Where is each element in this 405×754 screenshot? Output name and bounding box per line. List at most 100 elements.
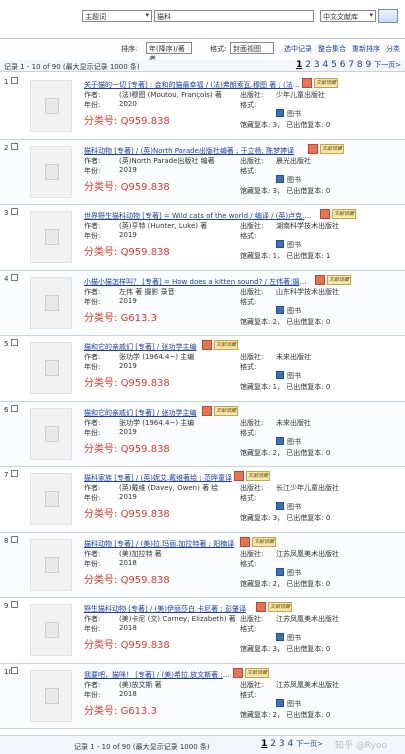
page-link[interactable]: 3 bbox=[314, 60, 320, 70]
publisher-label: 出版社: bbox=[240, 484, 264, 492]
select-checkbox[interactable] bbox=[11, 601, 18, 608]
fulltext-icon[interactable] bbox=[202, 405, 212, 416]
select-checkbox[interactable] bbox=[11, 77, 18, 84]
holdings-badge[interactable]: 文献馆藏 bbox=[314, 78, 338, 88]
format-label: 格式: bbox=[240, 690, 257, 699]
library-select[interactable]: 中文文献库 bbox=[320, 10, 376, 22]
call-number: 分类号: Q959.838 bbox=[84, 178, 170, 193]
page-link[interactable]: 2 bbox=[305, 60, 311, 70]
fulltext-icon[interactable] bbox=[320, 209, 330, 219]
fulltext-icon[interactable] bbox=[302, 78, 312, 88]
select-checkbox[interactable] bbox=[11, 404, 18, 412]
author-label: 作者: bbox=[84, 615, 101, 623]
page-link[interactable]: 7 bbox=[348, 60, 354, 70]
holdings-badge[interactable]: 文献馆藏 bbox=[214, 340, 238, 350]
book-cover-image[interactable] bbox=[30, 145, 72, 198]
fulltext-icon[interactable] bbox=[256, 602, 266, 612]
author-value: 张功学 (1964.4~) 主编 bbox=[119, 418, 195, 427]
fulltext-icon[interactable] bbox=[233, 667, 243, 678]
record-title-link[interactable]: 关于猫的一切 [专著] : 会和的猫最幸福 / (法)弗朗索瓦.穆图 著 ; (… bbox=[84, 80, 300, 90]
call-number-value: G613.3 bbox=[120, 705, 157, 717]
book-cover-image[interactable] bbox=[30, 211, 72, 263]
next-page-link[interactable]: 下一页> bbox=[374, 61, 401, 69]
format-select[interactable]: 封面视图 bbox=[230, 42, 274, 54]
select-checkbox[interactable] bbox=[11, 470, 18, 477]
results-list: 1 关于猫的一切 [专著] : 会和的猫最幸福 / (法)弗朗索瓦.穆图 著 ; … bbox=[0, 74, 405, 729]
select-checkbox[interactable] bbox=[11, 339, 18, 346]
year-label: 年份: bbox=[84, 363, 101, 371]
page-link[interactable]: 3 bbox=[279, 739, 285, 749]
save-set-link[interactable]: 整合集合 bbox=[318, 44, 346, 54]
year-value: 2019 bbox=[119, 362, 137, 370]
page-link[interactable]: 2 bbox=[270, 739, 276, 749]
record-title-link[interactable]: 世界野生猫科动物 [专著] = Wild cats of the world /… bbox=[84, 211, 318, 221]
search-input[interactable]: 猫科 bbox=[154, 10, 314, 22]
records-summary: 记录 1 - 10 of 90 (最大显示记录 1000 条) bbox=[4, 63, 140, 71]
select-checkbox[interactable] bbox=[11, 273, 18, 281]
record-title-link[interactable]: 猫科动物 [专著] / (美)拉.玛丽.加拉特著 ; 阳楠译 bbox=[84, 539, 238, 549]
holdings-badge[interactable]: 文献馆藏 bbox=[320, 143, 344, 154]
holdings-count: 馆藏复本: 3， 已出借复本: 0 bbox=[240, 514, 331, 522]
select-checkbox[interactable] bbox=[11, 535, 18, 543]
page-link[interactable]: 9 bbox=[366, 60, 372, 70]
search-button[interactable] bbox=[378, 9, 398, 23]
publisher-value: 江苏凤凰美术出版社 bbox=[276, 615, 339, 623]
call-number-value: Q959.838 bbox=[120, 116, 170, 127]
book-cover-image[interactable] bbox=[30, 538, 72, 591]
fulltext-icon[interactable] bbox=[308, 143, 318, 154]
search-field-select[interactable]: 主题词 bbox=[82, 10, 152, 22]
call-number: 分类号: G613.3 bbox=[84, 702, 157, 717]
resort-link[interactable]: 重新排序 bbox=[352, 44, 380, 54]
holdings-badge[interactable]: 文献馆藏 bbox=[332, 209, 356, 219]
book-cover-image[interactable] bbox=[30, 276, 72, 329]
book-cover-image[interactable] bbox=[30, 407, 72, 460]
record-title-link[interactable]: 小猫小猫怎样叫？ [专著] = How does a kitten sound?… bbox=[84, 277, 313, 287]
select-checkbox[interactable] bbox=[11, 142, 18, 150]
book-cover-image[interactable] bbox=[30, 473, 72, 525]
holdings-badge[interactable]: 文献馆藏 bbox=[252, 536, 276, 547]
fulltext-icon[interactable] bbox=[240, 536, 250, 547]
page-link[interactable]: 8 bbox=[357, 60, 363, 70]
select-checkbox[interactable] bbox=[11, 666, 18, 674]
book-icon bbox=[276, 436, 284, 445]
book-icon bbox=[276, 109, 284, 117]
book-icon bbox=[276, 174, 284, 183]
book-cover-image[interactable] bbox=[30, 342, 72, 394]
page-link[interactable]: 6 bbox=[340, 60, 346, 70]
page-link[interactable]: 5 bbox=[331, 60, 337, 70]
book-cover-image[interactable] bbox=[30, 604, 72, 656]
record-title-link[interactable]: 我要吧，猫咪！ [专著] / (美)希拉.放文斯著 ; 阳楠译 bbox=[84, 670, 231, 680]
call-number: 分类号: Q959.838 bbox=[84, 112, 170, 127]
year-label: 年份: bbox=[84, 625, 101, 633]
next-page-link[interactable]: 下一页> bbox=[296, 740, 323, 748]
call-number: 分类号: Q959.838 bbox=[84, 440, 170, 455]
holdings-count: 馆藏复本: 3， 已出借复本: 0 bbox=[240, 645, 331, 653]
holdings-badge[interactable]: 文献馆藏 bbox=[268, 602, 292, 612]
author-value: (美)卡尼 (文) Carney, Elizabeth) 著 bbox=[119, 615, 236, 623]
share-link[interactable]: 分类 bbox=[386, 44, 400, 54]
fulltext-icon[interactable] bbox=[234, 471, 244, 481]
call-number-value: Q959.838 bbox=[120, 443, 170, 455]
book-cover-image[interactable] bbox=[30, 669, 72, 722]
format-label: 格式: bbox=[240, 232, 257, 240]
holdings-badge[interactable]: 文献馆藏 bbox=[214, 405, 238, 416]
holdings-badge[interactable]: 文献馆藏 bbox=[327, 274, 351, 285]
holdings-badge[interactable]: 文献馆藏 bbox=[246, 471, 270, 481]
book-cover-image[interactable] bbox=[30, 80, 72, 132]
page-link[interactable]: 4 bbox=[288, 739, 294, 749]
record-title-link[interactable]: 猫和它的亲戚们 [专著] / 张功学主编 bbox=[84, 342, 200, 352]
holdings-count: 馆藏复本: 2， 已出借复本: 0 bbox=[240, 710, 331, 719]
record-title-link[interactable]: 猫和它的亲戚们 [专著] / 张功学主编 bbox=[84, 408, 200, 418]
page-link[interactable]: 4 bbox=[322, 60, 328, 70]
record-title-link[interactable]: 猫科家族 [专著] / (英)妮艾.戴维著绘 ; 范晔童译 bbox=[84, 473, 232, 483]
fulltext-icon[interactable] bbox=[202, 340, 212, 350]
sort-select[interactable]: 年(降序)/著者 bbox=[146, 42, 192, 63]
record-title-link[interactable]: 野生猫科动物 [专著] / (美)伊丽莎白.卡尼著 ; 彭肇译 bbox=[84, 604, 254, 614]
select-checkbox[interactable] bbox=[11, 208, 18, 215]
book-icon bbox=[276, 240, 284, 248]
call-number-label: 分类号: bbox=[84, 574, 118, 586]
fulltext-icon[interactable] bbox=[315, 274, 325, 285]
holdings-badge[interactable]: 文献馆藏 bbox=[245, 667, 269, 678]
record-title-link[interactable]: 猫科动物 [专著] / (英)North Parade出版社编著 ; 于立杨, … bbox=[84, 146, 306, 156]
selected-records-link[interactable]: 选中记录 bbox=[284, 44, 312, 54]
